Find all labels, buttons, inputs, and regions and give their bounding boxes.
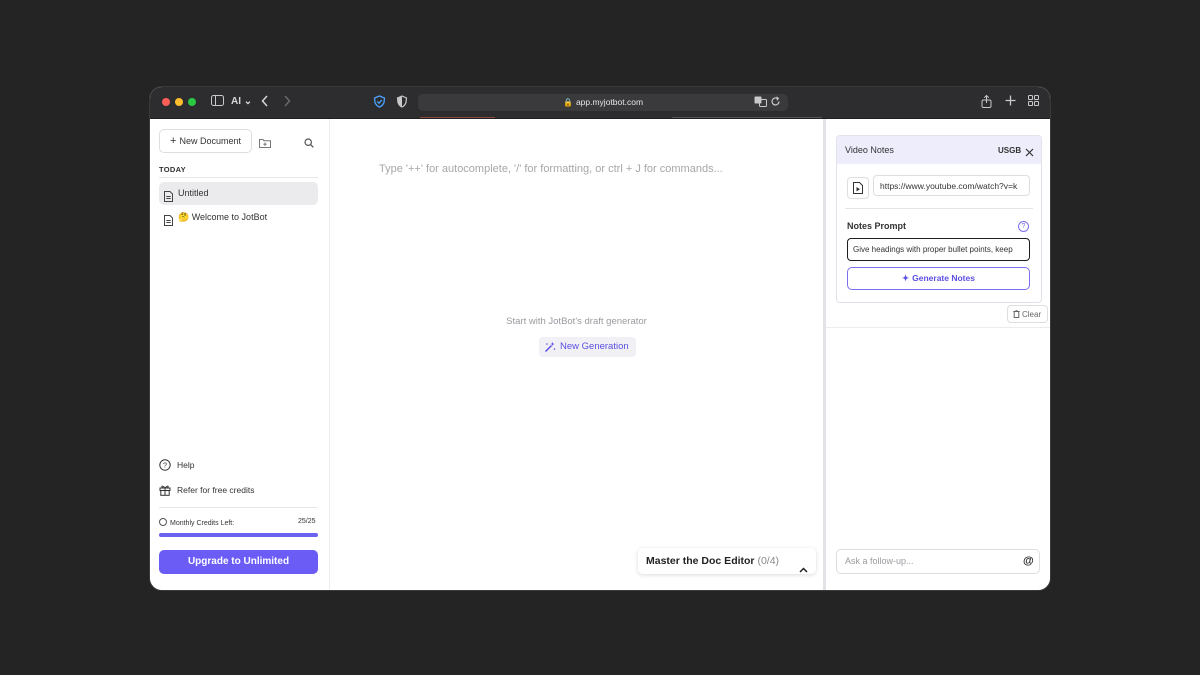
language-selector[interactable]: USGB	[998, 146, 1021, 155]
tab-indicator	[420, 117, 495, 118]
draft-generator-prompt: Start with JotBot's draft generator	[506, 316, 647, 327]
video-file-icon[interactable]	[847, 177, 869, 199]
editor-placeholder[interactable]: Type '++' for autocomplete, '/' for form…	[379, 163, 723, 175]
sidebar: + New Document TODAY Untitled 🤔 Welcome t…	[150, 119, 330, 590]
video-notes-header: Video Notes USGB	[837, 136, 1041, 164]
sidebar-divider	[159, 177, 318, 178]
privacy-shield-icon[interactable]	[396, 95, 408, 108]
credits-label: Monthly Credits Left:	[159, 518, 234, 527]
credits-count: 25/25	[298, 518, 316, 525]
section-label-today: TODAY	[159, 165, 186, 174]
video-notes-card: Video Notes USGB https://www.youtube.com…	[836, 135, 1042, 303]
video-url-input[interactable]: https://www.youtube.com/watch?v=k	[873, 175, 1030, 196]
master-doc-editor-bar[interactable]: Master the Doc Editor (0/4)	[638, 548, 816, 574]
minimize-window-button[interactable]	[175, 98, 183, 106]
document-item-untitled[interactable]: Untitled	[159, 182, 318, 205]
maximize-window-button[interactable]	[188, 98, 196, 106]
translate-icon[interactable]	[754, 96, 767, 107]
panel-divider	[826, 327, 1050, 328]
right-panel: Video Notes USGB https://www.youtube.com…	[826, 119, 1050, 590]
search-icon[interactable]	[304, 135, 314, 153]
svg-text:?: ?	[163, 461, 167, 470]
document-item-welcome[interactable]: 🤔 Welcome to JotBot	[159, 206, 318, 229]
close-icon[interactable]	[1025, 144, 1034, 162]
shield-check-icon[interactable]	[373, 95, 386, 108]
follow-up-input[interactable]: Ask a follow-up... @	[836, 549, 1040, 574]
browser-window: AI ⌄ 🔒 app.myjotbot.com + New Document T…	[150, 87, 1050, 590]
new-tab-icon[interactable]	[1005, 95, 1016, 106]
forward-icon[interactable]	[283, 95, 291, 107]
info-icon	[159, 518, 167, 526]
card-divider	[845, 208, 1033, 209]
close-window-button[interactable]	[162, 98, 170, 106]
share-icon[interactable]	[981, 95, 992, 108]
upgrade-button[interactable]: Upgrade to Unlimited	[159, 550, 318, 574]
sidebar-toggle-icon[interactable]	[211, 95, 224, 106]
video-notes-title: Video Notes	[845, 145, 894, 155]
new-document-button[interactable]: + New Document	[159, 129, 252, 153]
trash-icon	[1013, 307, 1020, 325]
tab-overview-icon[interactable]	[1028, 95, 1039, 106]
browser-toolbar: AI ⌄ 🔒 app.myjotbot.com	[150, 87, 1050, 119]
tab-indicator-secondary	[672, 117, 822, 118]
sidebar-divider	[159, 507, 318, 508]
mention-icon[interactable]: @	[1023, 550, 1034, 573]
generate-notes-button[interactable]: ✦ Generate Notes	[847, 267, 1030, 290]
sparkle-icon: ✦	[902, 273, 910, 283]
help-circle-icon: ?	[159, 459, 171, 473]
notes-prompt-label: Notes Prompt	[847, 221, 907, 231]
help-icon[interactable]: ?	[1018, 221, 1029, 232]
plus-icon: +	[170, 135, 177, 147]
back-icon[interactable]	[261, 95, 269, 107]
new-generation-button[interactable]: New Generation	[539, 337, 636, 357]
clear-button[interactable]: Clear	[1007, 305, 1048, 323]
credits-progress-bar	[159, 533, 318, 537]
notes-prompt-input[interactable]: Give headings with proper bullet points,…	[847, 238, 1030, 261]
new-folder-icon[interactable]	[259, 135, 271, 153]
editor-area[interactable]: Type '++' for autocomplete, '/' for form…	[330, 119, 823, 590]
url-text: app.myjotbot.com	[575, 97, 644, 107]
chevron-up-icon[interactable]	[799, 557, 808, 583]
magic-wand-icon	[544, 341, 556, 361]
reload-icon[interactable]	[770, 96, 781, 107]
profile-label[interactable]: AI ⌄	[231, 96, 252, 107]
address-bar[interactable]: 🔒 app.myjotbot.com	[418, 94, 788, 111]
lock-icon: 🔒	[562, 98, 573, 107]
credits-progress-fill	[159, 533, 318, 537]
gift-icon	[159, 484, 171, 498]
document-icon	[164, 212, 173, 235]
